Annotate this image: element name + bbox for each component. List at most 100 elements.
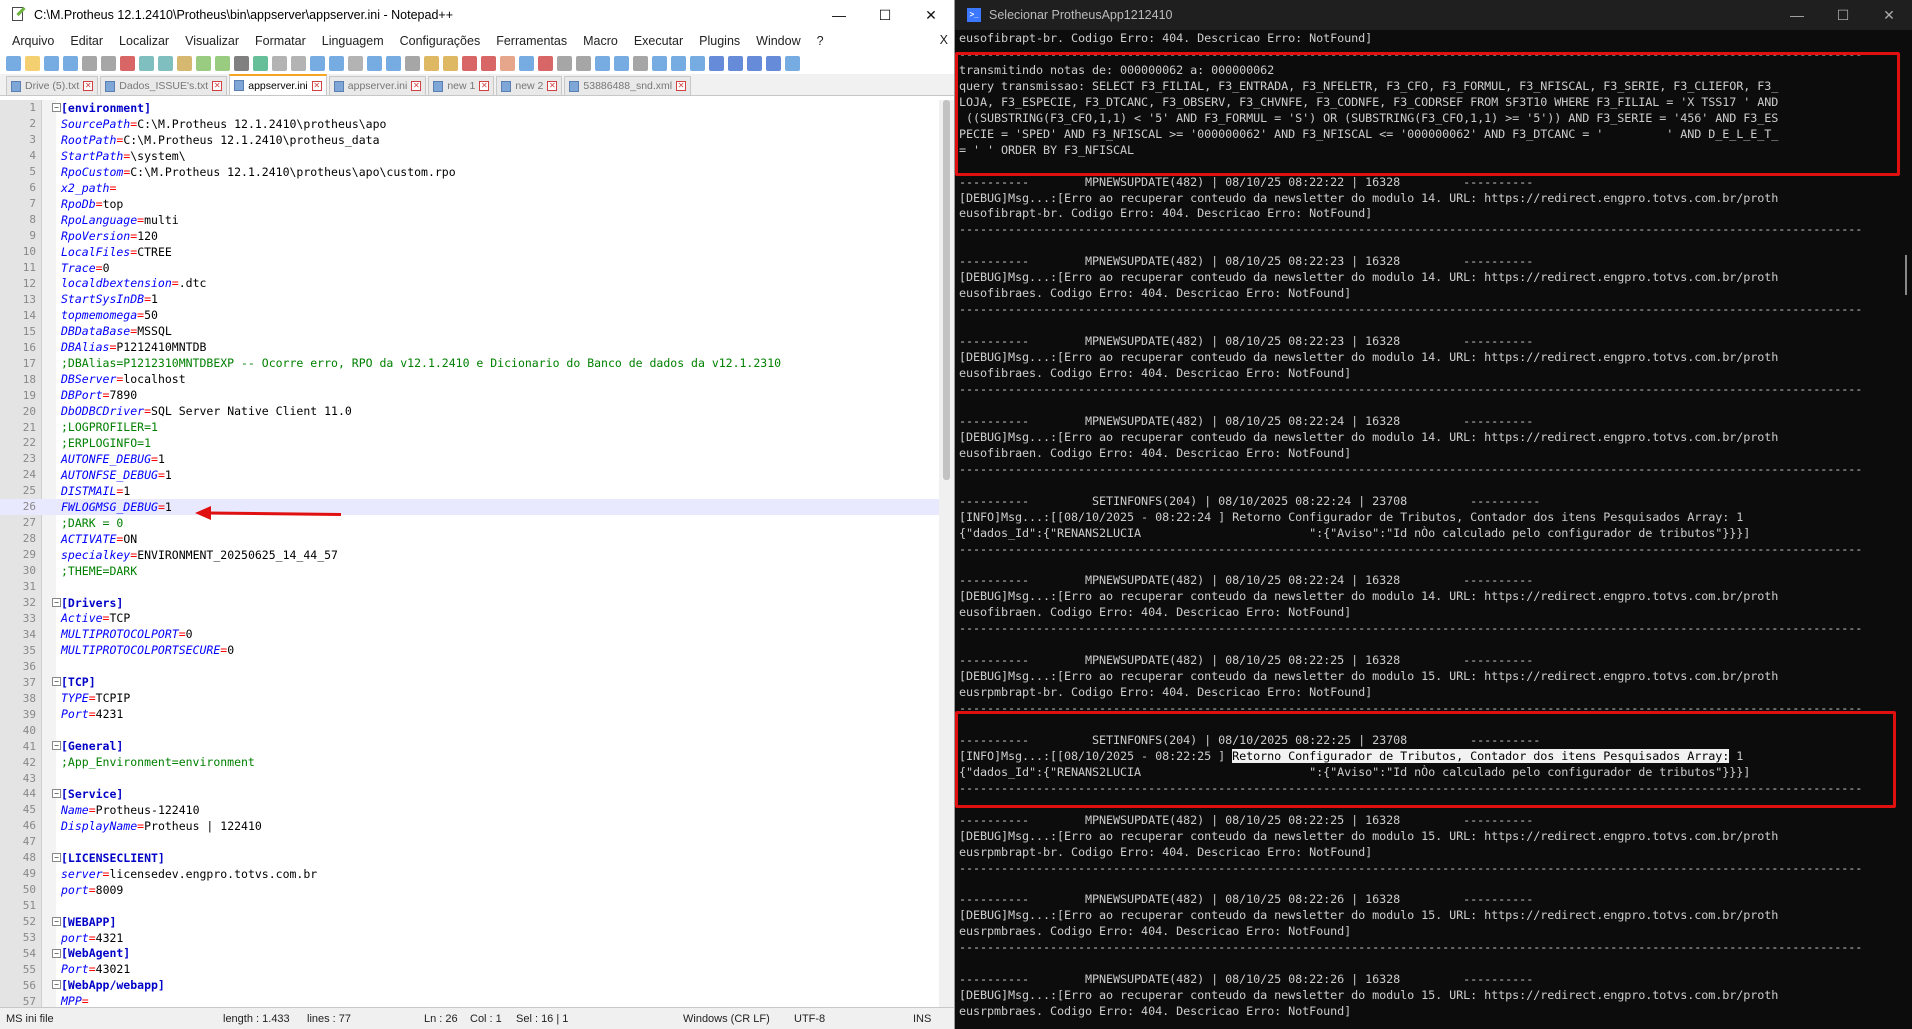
console-titlebar[interactable]: >_ Selecionar ProtheusApp1212410 — ☐ ✕ (955, 0, 1912, 30)
scrollbar-thumb[interactable] (943, 100, 950, 480)
code-line[interactable]: 12 localdbextension = .dtc (0, 275, 940, 291)
fold-toggle-icon[interactable]: − (52, 597, 61, 607)
toolbar-icon-9[interactable] (177, 55, 192, 71)
toolbar-icon-40[interactable] (766, 55, 781, 71)
menu-item-12[interactable]: ? (809, 34, 832, 48)
menu-item-3[interactable]: Visualizar (177, 34, 247, 48)
toolbar-icon-14[interactable] (272, 55, 287, 71)
toolbar-icon-13[interactable] (253, 55, 268, 71)
toolbar-icon-0[interactable] (6, 55, 21, 71)
menu-item-9[interactable]: Executar (626, 34, 691, 48)
toolbar-icon-18[interactable] (348, 55, 363, 71)
toolbar-icon-20[interactable] (386, 55, 401, 71)
code-line[interactable]: 39 Port = 4231 (0, 706, 940, 722)
toolbar-icon-37[interactable] (709, 55, 724, 71)
fold-toggle-icon[interactable]: − (52, 741, 61, 751)
code-line[interactable]: 5 RpoCustom = C:\M.Protheus 12.1.2410\proth… (0, 164, 940, 180)
toolbar-icon-25[interactable] (481, 55, 496, 71)
close-button[interactable]: ✕ (908, 0, 954, 30)
toolbar-icon-26[interactable] (500, 55, 515, 71)
toolbar-icon-23[interactable] (443, 55, 458, 71)
tab-close-icon[interactable]: ✕ (411, 81, 422, 91)
toolbar-icon-2[interactable] (44, 55, 59, 71)
toolbar-icon-21[interactable] (405, 55, 420, 71)
tab-close-icon[interactable]: ✕ (676, 81, 687, 91)
code-line[interactable]: 17 ;DBAlias=P1212310MNTDBEXP -- Ocorre er… (0, 355, 940, 371)
code-line[interactable]: 15 DBDataBase = MSSQL (0, 323, 940, 339)
toolbar-icon-29[interactable] (557, 55, 572, 71)
code-line[interactable]: 33 Active = TCP (0, 611, 940, 627)
menu-item-8[interactable]: Macro (575, 34, 626, 48)
code-line[interactable]: 7 RpoDb = top (0, 196, 940, 212)
tab-5[interactable]: new 2 ✕ (496, 76, 563, 95)
close-document-button[interactable]: X (940, 33, 948, 47)
code-line[interactable]: 24 AUTONFSE_DEBUG = 1 (0, 467, 940, 483)
code-line[interactable]: 19 DBPort = 7890 (0, 387, 940, 403)
fold-toggle-icon[interactable]: − (52, 677, 61, 687)
code-line[interactable]: 40 (0, 722, 940, 738)
code-line[interactable]: 36 (0, 658, 940, 674)
code-line[interactable]: 9 RpoVersion = 120 (0, 228, 940, 244)
menu-item-1[interactable]: Editar (62, 34, 111, 48)
toolbar-icon-41[interactable] (785, 55, 800, 71)
tab-close-icon[interactable]: ✕ (547, 81, 558, 91)
tab-close-icon[interactable]: ✕ (479, 81, 490, 91)
code-line[interactable]: 46 DisplayName = Protheus | 122410 (0, 818, 940, 834)
code-line[interactable]: 44 − [Service] (0, 786, 940, 802)
tab-3[interactable]: appserver.ini ✕ (328, 76, 427, 95)
toolbar-icon-11[interactable] (215, 55, 230, 71)
toolbar-icon-3[interactable] (63, 55, 78, 71)
toolbar-icon-12[interactable] (234, 55, 249, 71)
maximize-button[interactable]: ☐ (862, 0, 908, 30)
toolbar-icon-16[interactable] (310, 55, 325, 71)
fold-toggle-icon[interactable]: − (52, 852, 61, 862)
menu-item-5[interactable]: Linguagem (314, 34, 392, 48)
code-line[interactable]: 1 − [environment] (0, 100, 940, 116)
code-line[interactable]: 34 MULTIPROTOCOLPORT = 0 (0, 626, 940, 642)
menu-item-0[interactable]: Arquivo (4, 34, 62, 48)
menu-item-7[interactable]: Ferramentas (488, 34, 575, 48)
code-line[interactable]: 8 RpoLanguage = multi (0, 212, 940, 228)
code-line[interactable]: 30 ;THEME=DARK (0, 563, 940, 579)
toolbar-icon-33[interactable] (633, 55, 648, 71)
toolbar-icon-5[interactable] (101, 55, 116, 71)
code-line[interactable]: 47 (0, 834, 940, 850)
notepadpp-titlebar[interactable]: C:\M.Protheus 12.1.2410\Protheus\bin\app… (0, 0, 954, 30)
toolbar-icon-17[interactable] (329, 55, 344, 71)
tab-2[interactable]: appserver.ini ✕ (229, 74, 327, 95)
toolbar-icon-24[interactable] (462, 55, 477, 71)
code-line[interactable]: 31 (0, 579, 940, 595)
code-line[interactable]: 10 LocalFiles = CTREE (0, 244, 940, 260)
code-line[interactable]: 18 DBServer = localhost (0, 371, 940, 387)
code-line[interactable]: 6 x2_path = (0, 180, 940, 196)
toolbar-icon-10[interactable] (196, 55, 211, 71)
tab-close-icon[interactable]: ✕ (83, 81, 94, 91)
code-line[interactable]: 48 − [LICENSECLIENT] (0, 850, 940, 866)
toolbar-icon-1[interactable] (25, 55, 40, 71)
code-line[interactable]: 54 − [WebAgent] (0, 946, 940, 962)
editor-scrollbar[interactable] (939, 100, 954, 1007)
fold-toggle-icon[interactable]: − (52, 103, 61, 112)
console-output[interactable]: eusofibrapt-br. Codigo Erro: 404. Descri… (959, 31, 1899, 1020)
console-maximize-button[interactable]: ☐ (1820, 0, 1866, 30)
toolbar-icon-39[interactable] (747, 55, 762, 71)
tab-4[interactable]: new 1 ✕ (428, 76, 495, 95)
toolbar-icon-8[interactable] (158, 55, 173, 71)
toolbar-icon-35[interactable] (671, 55, 686, 71)
toolbar-icon-28[interactable] (538, 55, 553, 71)
toolbar-icon-36[interactable] (690, 55, 705, 71)
toolbar-icon-38[interactable] (728, 55, 743, 71)
tab-1[interactable]: Dados_ISSUE's.txt ✕ (100, 76, 228, 95)
code-line[interactable]: 29 specialkey = ENVIRONMENT_20250625_14_44_… (0, 547, 940, 563)
menu-item-10[interactable]: Plugins (691, 34, 748, 48)
code-line[interactable]: 53 port = 4321 (0, 930, 940, 946)
code-line[interactable]: 21 ;LOGPROFILER=1 (0, 419, 940, 435)
menu-item-4[interactable]: Formatar (247, 34, 314, 48)
toolbar-icon-30[interactable] (576, 55, 591, 71)
code-line[interactable]: 41 − [General] (0, 738, 940, 754)
toolbar-icon-15[interactable] (291, 55, 306, 71)
code-line[interactable]: 49 server = licensedev.engpro.totvs.com.br (0, 866, 940, 882)
code-line[interactable]: 4 StartPath = \system\ (0, 148, 940, 164)
toolbar-icon-31[interactable] (595, 55, 610, 71)
toolbar-icon-4[interactable] (82, 55, 97, 71)
